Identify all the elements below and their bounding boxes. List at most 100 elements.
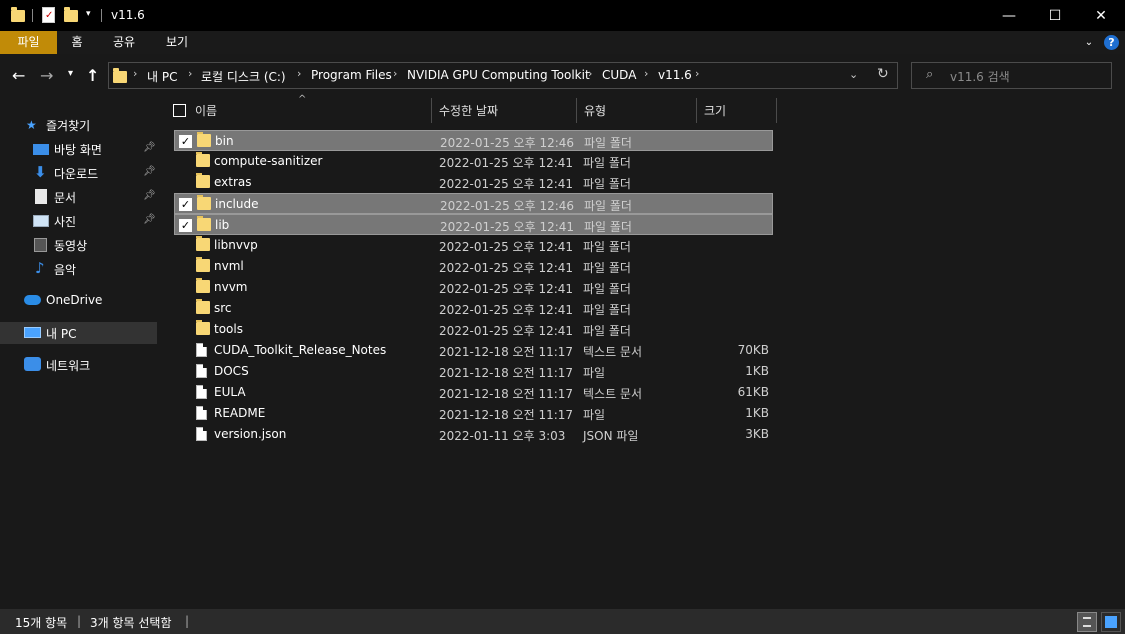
table-row[interactable]: compute-sanitizer 2022-01-25 오후 12:41 파일 폴… xyxy=(174,151,773,172)
row-checkbox[interactable]: ✓ xyxy=(179,219,192,232)
search-box[interactable]: ⌕ v11.6 검색 xyxy=(911,62,1112,89)
nav-item-this-pc[interactable]: 내 PC xyxy=(0,322,157,344)
column-header-size[interactable]: 크기 xyxy=(704,102,726,119)
file-type: 파일 폴더 xyxy=(583,156,631,170)
tab-view[interactable]: 보기 xyxy=(153,31,201,54)
table-row[interactable]: ✓ include 2022-01-25 오후 12:46 파일 폴더 xyxy=(174,193,773,214)
table-row[interactable]: DOCS 2021-12-18 오전 11:17 파일 1KB xyxy=(174,361,773,382)
breadcrumb-program-files[interactable]: Program Files xyxy=(311,68,392,82)
chevron-right-icon[interactable]: › xyxy=(588,67,592,80)
file-name[interactable]: src xyxy=(214,301,232,315)
refresh-icon[interactable]: ↻ xyxy=(877,66,889,82)
pin-icon[interactable]: 📌︎ xyxy=(143,166,156,177)
table-row[interactable]: libnvvp 2022-01-25 오후 12:41 파일 폴더 xyxy=(174,235,773,256)
column-divider[interactable] xyxy=(431,98,432,123)
pin-icon[interactable]: 📌︎ xyxy=(143,190,156,201)
network-icon xyxy=(24,357,41,371)
select-all-checkbox[interactable] xyxy=(173,104,186,117)
maximize-button[interactable]: ☐ xyxy=(1032,0,1078,31)
customize-toolbar-icon[interactable]: ▾ xyxy=(86,9,91,19)
file-name[interactable]: nvml xyxy=(214,259,244,273)
file-name[interactable]: lib xyxy=(215,218,229,232)
chevron-right-icon[interactable]: › xyxy=(695,67,699,80)
forward-icon[interactable]: → xyxy=(40,66,53,85)
nav-item-label: 문서 xyxy=(54,191,77,205)
nav-item-music[interactable]: ♪ 음악 xyxy=(0,258,157,280)
expand-ribbon-icon[interactable]: ⌄ xyxy=(1082,31,1096,54)
file-name[interactable]: tools xyxy=(214,322,243,336)
breadcrumb-this-pc[interactable]: 내 PC xyxy=(147,68,177,85)
minimize-button[interactable]: — xyxy=(986,0,1032,31)
table-row[interactable]: nvml 2022-01-25 오후 12:41 파일 폴더 xyxy=(174,256,773,277)
table-row[interactable]: ✓ lib 2022-01-25 오후 12:41 파일 폴더 xyxy=(174,214,773,235)
row-checkbox[interactable]: ✓ xyxy=(179,135,192,148)
chevron-right-icon[interactable]: › xyxy=(133,67,137,80)
nav-item-downloads[interactable]: ⬇ 다운로드 📌︎ xyxy=(0,162,157,184)
file-type: 파일 xyxy=(583,408,606,422)
tab-share[interactable]: 공유 xyxy=(101,31,147,54)
column-divider[interactable] xyxy=(696,98,697,123)
file-size: 1KB xyxy=(745,406,769,420)
table-row[interactable]: src 2022-01-25 오후 12:41 파일 폴더 xyxy=(174,298,773,319)
breadcrumb-v11-6[interactable]: v11.6 xyxy=(658,68,692,82)
chevron-right-icon[interactable]: › xyxy=(297,67,301,80)
breadcrumb-cuda[interactable]: CUDA xyxy=(602,68,636,82)
address-bar[interactable]: › 내 PC › 로컬 디스크 (C:) › Program Files › N… xyxy=(108,62,898,89)
breadcrumb-nvidia-toolkit[interactable]: NVIDIA GPU Computing Toolkit xyxy=(407,68,590,82)
chevron-right-icon[interactable]: › xyxy=(393,67,397,80)
pin-icon[interactable]: 📌︎ xyxy=(143,142,156,153)
table-row[interactable]: nvvm 2022-01-25 오후 12:41 파일 폴더 xyxy=(174,277,773,298)
table-row[interactable]: ✓ bin 2022-01-25 오후 12:46 파일 폴더 xyxy=(174,130,773,151)
table-row[interactable]: tools 2022-01-25 오후 12:41 파일 폴더 xyxy=(174,319,773,340)
search-input[interactable]: v11.6 검색 xyxy=(950,68,1010,85)
recent-locations-icon[interactable]: ▾ xyxy=(68,68,73,79)
tab-file[interactable]: 파일 xyxy=(0,31,57,54)
properties-icon[interactable]: ✓ xyxy=(42,7,55,23)
file-name[interactable]: nvvm xyxy=(214,280,248,294)
file-name[interactable]: bin xyxy=(215,134,234,148)
details-view-icon[interactable] xyxy=(1077,612,1097,632)
up-icon[interactable]: ↑ xyxy=(86,66,99,85)
file-name[interactable]: CUDA_Toolkit_Release_Notes xyxy=(214,343,386,357)
file-name[interactable]: EULA xyxy=(214,385,246,399)
breadcrumb-local-disk[interactable]: 로컬 디스크 (C:) xyxy=(201,68,286,85)
chevron-right-icon[interactable]: › xyxy=(188,67,192,80)
nav-item-onedrive[interactable]: OneDrive xyxy=(0,290,157,312)
nav-item-desktop[interactable]: 바탕 화면 📌︎ xyxy=(0,138,157,160)
column-header-type[interactable]: 유형 xyxy=(584,102,606,119)
help-icon[interactable]: ? xyxy=(1104,35,1119,50)
pin-icon[interactable]: 📌︎ xyxy=(143,214,156,225)
navigation-bar: ← → ▾ ↑ › 내 PC › 로컬 디스크 (C:) › Program F… xyxy=(0,54,1125,96)
tab-home[interactable]: 홈 xyxy=(57,31,97,54)
large-icons-view-icon[interactable] xyxy=(1101,612,1121,632)
table-row[interactable]: CUDA_Toolkit_Release_Notes 2021-12-18 오전 … xyxy=(174,340,773,361)
nav-item-pictures[interactable]: 사진 📌︎ xyxy=(0,210,157,232)
nav-item-documents[interactable]: 문서 📌︎ xyxy=(0,186,157,208)
file-name[interactable]: libnvvp xyxy=(214,238,258,252)
nav-item-network[interactable]: 네트워크 xyxy=(0,354,157,376)
column-header-date[interactable]: 수정한 날짜 xyxy=(439,102,498,119)
table-row[interactable]: README 2021-12-18 오전 11:17 파일 1KB xyxy=(174,403,773,424)
music-icon: ♪ xyxy=(35,259,45,277)
address-history-icon[interactable]: ⌄ xyxy=(849,68,858,81)
table-row[interactable]: EULA 2021-12-18 오전 11:17 텍스트 문서 61KB xyxy=(174,382,773,403)
column-divider[interactable] xyxy=(776,98,777,123)
file-name[interactable]: README xyxy=(214,406,265,420)
close-button[interactable]: ✕ xyxy=(1078,0,1124,31)
nav-item-videos[interactable]: 동영상 xyxy=(0,234,157,256)
file-name[interactable]: version.json xyxy=(214,427,286,441)
file-name[interactable]: include xyxy=(215,197,258,211)
column-divider[interactable] xyxy=(576,98,577,123)
back-icon[interactable]: ← xyxy=(12,66,25,85)
file-name[interactable]: extras xyxy=(214,175,252,189)
file-name[interactable]: DOCS xyxy=(214,364,249,378)
table-row[interactable]: extras 2022-01-25 오후 12:41 파일 폴더 xyxy=(174,172,773,193)
column-header-name[interactable]: 이름 xyxy=(195,102,217,119)
table-row[interactable]: version.json 2022-01-11 오후 3:03 JSON 파일 3KB xyxy=(174,424,773,445)
row-checkbox[interactable]: ✓ xyxy=(179,198,192,211)
folder-icon xyxy=(196,152,210,167)
chevron-right-icon[interactable]: › xyxy=(644,67,648,80)
selection-count: 3개 항목 선택함 xyxy=(90,616,172,630)
nav-item-quick-access[interactable]: ★ 즐겨찾기 xyxy=(0,114,157,136)
file-name[interactable]: compute-sanitizer xyxy=(214,154,322,168)
